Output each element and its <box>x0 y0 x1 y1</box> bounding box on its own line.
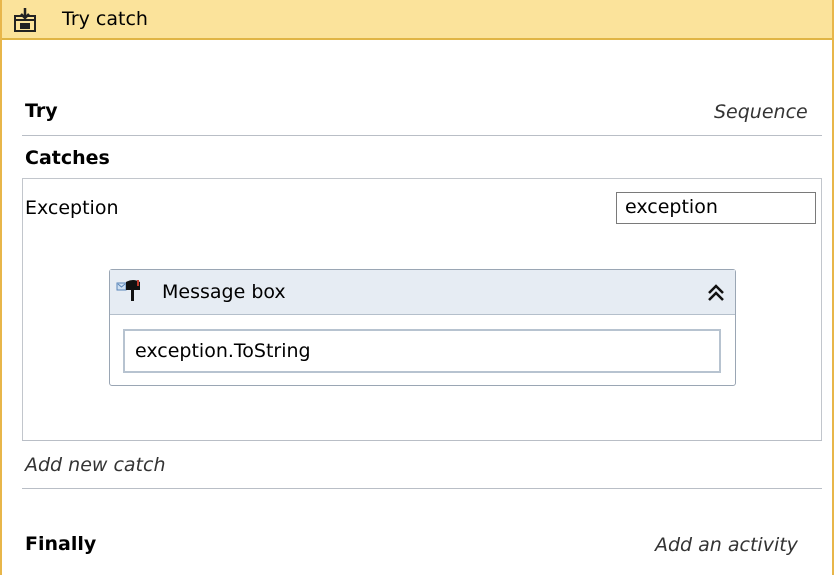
try-divider <box>22 135 822 136</box>
exception-variable-field[interactable]: exception <box>616 192 816 224</box>
finally-label: Finally <box>25 533 97 555</box>
catches-label: Catches <box>25 147 110 169</box>
try-catch-activity[interactable]: Try catch Try Sequence Catches Exception… <box>0 0 834 575</box>
activity-header[interactable]: Try catch <box>2 0 832 40</box>
try-catch-icon <box>14 8 36 32</box>
exception-type-label[interactable]: Exception <box>25 197 119 219</box>
message-box-icon <box>116 280 140 301</box>
message-box-header[interactable]: Message box <box>110 270 735 315</box>
catch-divider <box>22 440 822 441</box>
message-box-activity[interactable]: Message box exception.ToString <box>109 269 736 386</box>
finally-add-activity-link[interactable]: Add an activity <box>655 534 798 556</box>
catches-divider <box>22 488 822 489</box>
add-new-catch-link[interactable]: Add new catch <box>25 454 166 476</box>
try-label: Try <box>25 100 58 122</box>
double-chevron-up-icon[interactable] <box>702 278 730 306</box>
message-text-field[interactable]: exception.ToString <box>123 329 721 373</box>
message-box-title: Message box <box>162 281 286 303</box>
try-sequence-link[interactable]: Sequence <box>714 101 808 123</box>
activity-title: Try catch <box>62 8 148 30</box>
